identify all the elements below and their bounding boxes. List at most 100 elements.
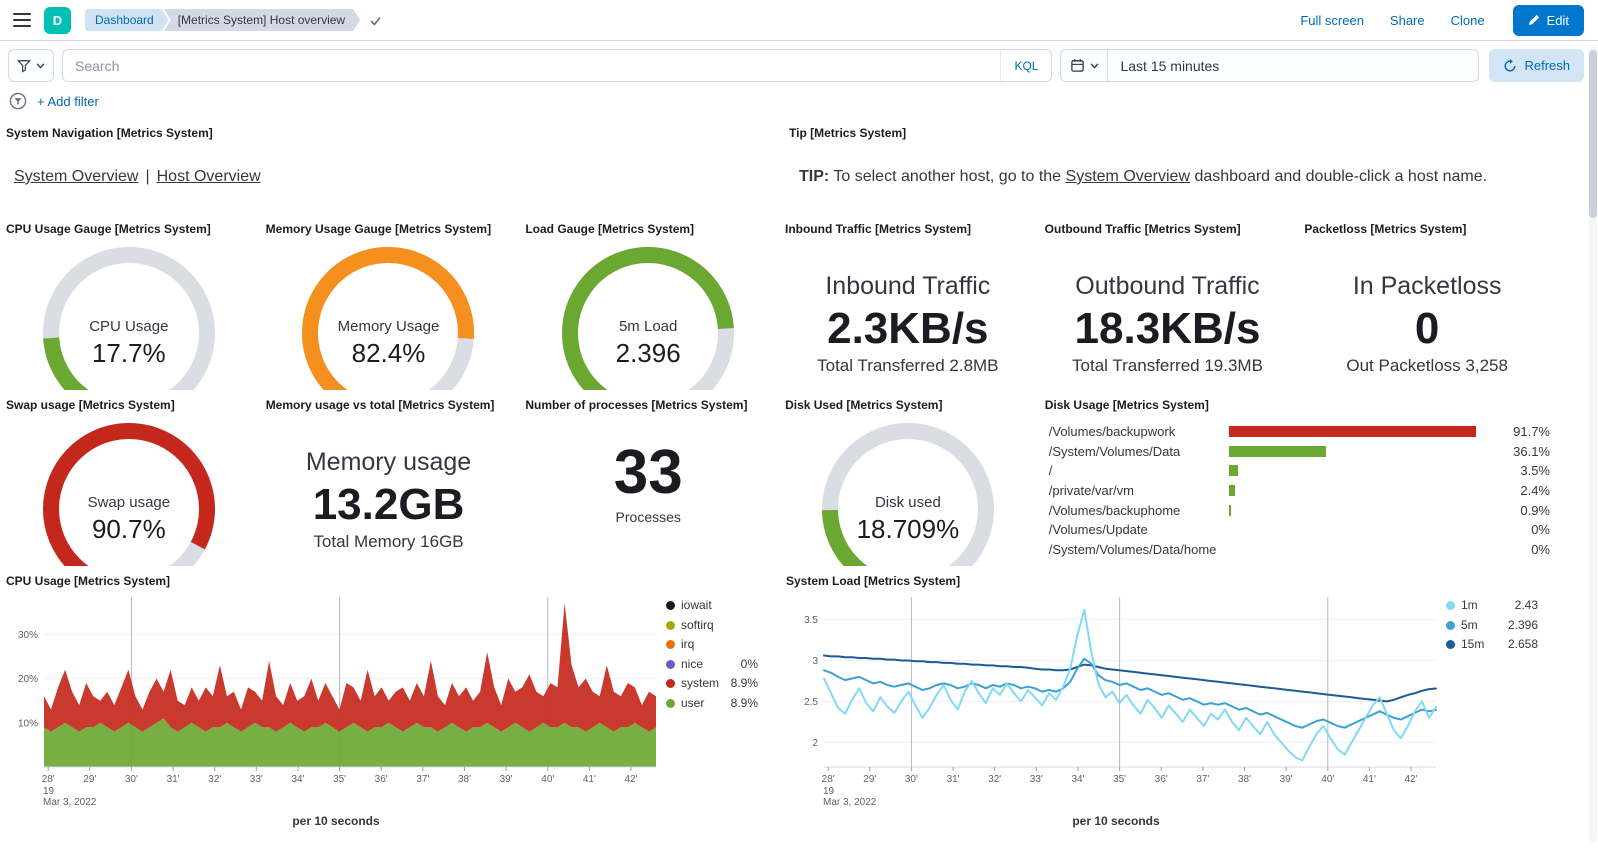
load-gauge: 5m Load 2.396: [553, 245, 743, 390]
disk-usage-bar-area: [1229, 505, 1498, 516]
panel-title[interactable]: Packetloss [Metrics System]: [1304, 222, 1550, 237]
chevron-down-icon: [1090, 63, 1099, 69]
panel-title[interactable]: System Navigation [Metrics System]: [6, 126, 775, 141]
svg-text:2.5: 2.5: [804, 697, 818, 708]
legend-color-dot: [666, 660, 675, 669]
panel-number-of-processes: Number of processes [Metrics System] 33 …: [519, 390, 779, 566]
space-avatar[interactable]: D: [44, 7, 71, 34]
legend-label: 5m: [1461, 619, 1508, 632]
metric-heading: In Packetloss: [1304, 270, 1550, 304]
gauge-label: CPU Usage: [34, 318, 224, 335]
svg-text:41': 41': [583, 774, 596, 785]
system-overview-link[interactable]: System Overview: [14, 168, 138, 185]
full-screen-link[interactable]: Full screen: [1300, 13, 1364, 28]
filter-in-circle-icon[interactable]: [9, 92, 27, 110]
disk-usage-row: /Volumes/backupwork91.7%: [1049, 422, 1550, 442]
breadcrumb-dashboard[interactable]: Dashboard: [85, 9, 169, 31]
legend-item[interactable]: irq: [666, 638, 758, 651]
disk-usage-value: 0%: [1498, 542, 1550, 557]
legend-item[interactable]: nice0%: [666, 658, 758, 671]
time-range-display[interactable]: Last 15 minutes: [1107, 49, 1479, 82]
panel-title[interactable]: Swap usage [Metrics System]: [6, 398, 252, 413]
metric-heading: Inbound Traffic: [785, 270, 1031, 304]
host-overview-link[interactable]: Host Overview: [157, 168, 261, 185]
disk-usage-bar-area: [1229, 544, 1498, 555]
legend-item[interactable]: user8.9%: [666, 697, 758, 710]
legend-item[interactable]: system8.9%: [666, 677, 758, 690]
cpu-usage-chart[interactable]: 28'29'30'31'32'33'34'35'36'37'38'39'40'4…: [6, 593, 666, 811]
edit-button[interactable]: Edit: [1513, 5, 1584, 36]
gauge-label: 5m Load: [553, 318, 743, 335]
panel-title[interactable]: CPU Usage Gauge [Metrics System]: [6, 222, 252, 237]
panel-system-navigation: System Navigation [Metrics System] Syste…: [0, 118, 783, 214]
legend-item[interactable]: 1m2.43: [1446, 599, 1538, 612]
svg-text:30': 30': [125, 774, 138, 785]
gauge-value: 18.709%: [813, 514, 1003, 545]
disk-usage-bar: [1229, 485, 1235, 496]
kibana-dashboard-app: D Dashboard [Metrics System] Host overvi…: [0, 0, 1598, 828]
panel-title[interactable]: Inbound Traffic [Metrics System]: [785, 222, 1031, 237]
svg-text:32': 32': [208, 774, 221, 785]
tip-text-after: dashboard and double-click a host name.: [1190, 168, 1487, 185]
gauge-value: 17.7%: [34, 338, 224, 369]
legend-item[interactable]: 5m2.396: [1446, 619, 1538, 632]
legend-label: 15m: [1461, 638, 1508, 651]
svg-text:30': 30': [905, 774, 918, 785]
memory-usage-gauge: Memory Usage 82.4%: [293, 245, 483, 390]
saved-query-menu-button[interactable]: [8, 49, 54, 82]
disk-usage-row: /System/Volumes/Data36.1%: [1049, 442, 1550, 462]
svg-text:19: 19: [43, 786, 55, 797]
kql-button[interactable]: KQL: [1000, 50, 1051, 81]
legend-label: 1m: [1461, 599, 1515, 612]
disk-usage-bar-area: [1229, 446, 1498, 457]
top-navigation-bar: D Dashboard [Metrics System] Host overvi…: [0, 0, 1598, 41]
panel-title[interactable]: Disk Usage [Metrics System]: [1045, 398, 1550, 413]
x-axis-label: per 10 seconds: [786, 814, 1446, 828]
date-picker-button[interactable]: [1060, 49, 1108, 82]
panel-title[interactable]: Number of processes [Metrics System]: [525, 398, 771, 413]
svg-text:35': 35': [333, 774, 346, 785]
system-load-chart[interactable]: 28'29'30'31'32'33'34'35'36'37'38'39'40'4…: [786, 593, 1446, 811]
legend-item[interactable]: 15m2.658: [1446, 638, 1538, 651]
panel-title[interactable]: Disk Used [Metrics System]: [785, 398, 1031, 413]
share-link[interactable]: Share: [1390, 13, 1425, 28]
gauge-label: Swap usage: [34, 494, 224, 511]
disk-usage-bar-area: [1229, 524, 1498, 535]
dashboard-grid: System Navigation [Metrics System] Syste…: [0, 118, 1558, 828]
panel-title[interactable]: Outbound Traffic [Metrics System]: [1045, 222, 1291, 237]
scrollbar-thumb[interactable]: [1589, 50, 1597, 218]
filter-funnel-icon: [17, 59, 31, 73]
memory-vs-total-metric: Memory usage 13.2GB Total Memory 16GB: [266, 446, 512, 552]
cpu-chart-legend: iowait softirq irq nice0% system8.9% user8.9%: [666, 593, 758, 828]
swap-usage-gauge: Swap usage 90.7%: [34, 421, 224, 566]
svg-text:35': 35': [1113, 774, 1126, 785]
tip-system-overview-link[interactable]: System Overview: [1066, 168, 1190, 185]
refresh-button[interactable]: Refresh: [1489, 49, 1584, 82]
hamburger-icon: [13, 13, 31, 27]
clone-link[interactable]: Clone: [1451, 13, 1485, 28]
disk-mount-label: /Volumes/Update: [1049, 522, 1229, 537]
menu-button[interactable]: [10, 8, 34, 32]
panel-title[interactable]: Memory Usage Gauge [Metrics System]: [266, 222, 512, 237]
legend-item[interactable]: softirq: [666, 619, 758, 632]
panel-cpu-usage-gauge: CPU Usage Gauge [Metrics System] CPU Usa…: [0, 214, 260, 390]
svg-text:39': 39': [500, 774, 513, 785]
panel-title[interactable]: System Load [Metrics System]: [786, 574, 1550, 589]
panel-title[interactable]: CPU Usage [Metrics System]: [6, 574, 772, 589]
svg-text:29': 29': [863, 774, 876, 785]
panel-title[interactable]: Tip [Metrics System]: [789, 126, 1550, 141]
add-filter-button[interactable]: + Add filter: [37, 94, 99, 109]
search-input[interactable]: [63, 50, 1000, 81]
panel-title[interactable]: Load Gauge [Metrics System]: [525, 222, 771, 237]
legend-item[interactable]: iowait: [666, 599, 758, 612]
svg-text:3.5: 3.5: [804, 615, 818, 626]
disk-usage-row: /Volumes/backuphome0.9%: [1049, 500, 1550, 520]
gauge-value: 82.4%: [293, 338, 483, 369]
panel-title[interactable]: Memory usage vs total [Metrics System]: [266, 398, 512, 413]
vertical-scrollbar[interactable]: [1589, 46, 1597, 842]
legend-color-dot: [1446, 640, 1455, 649]
panel-memory-usage-vs-total: Memory usage vs total [Metrics System] M…: [260, 390, 520, 566]
legend-label: softirq: [681, 619, 758, 632]
gauge-label: Disk used: [813, 494, 1003, 511]
panel-cpu-usage-chart: CPU Usage [Metrics System] 28'29'30'31'3…: [0, 566, 780, 828]
